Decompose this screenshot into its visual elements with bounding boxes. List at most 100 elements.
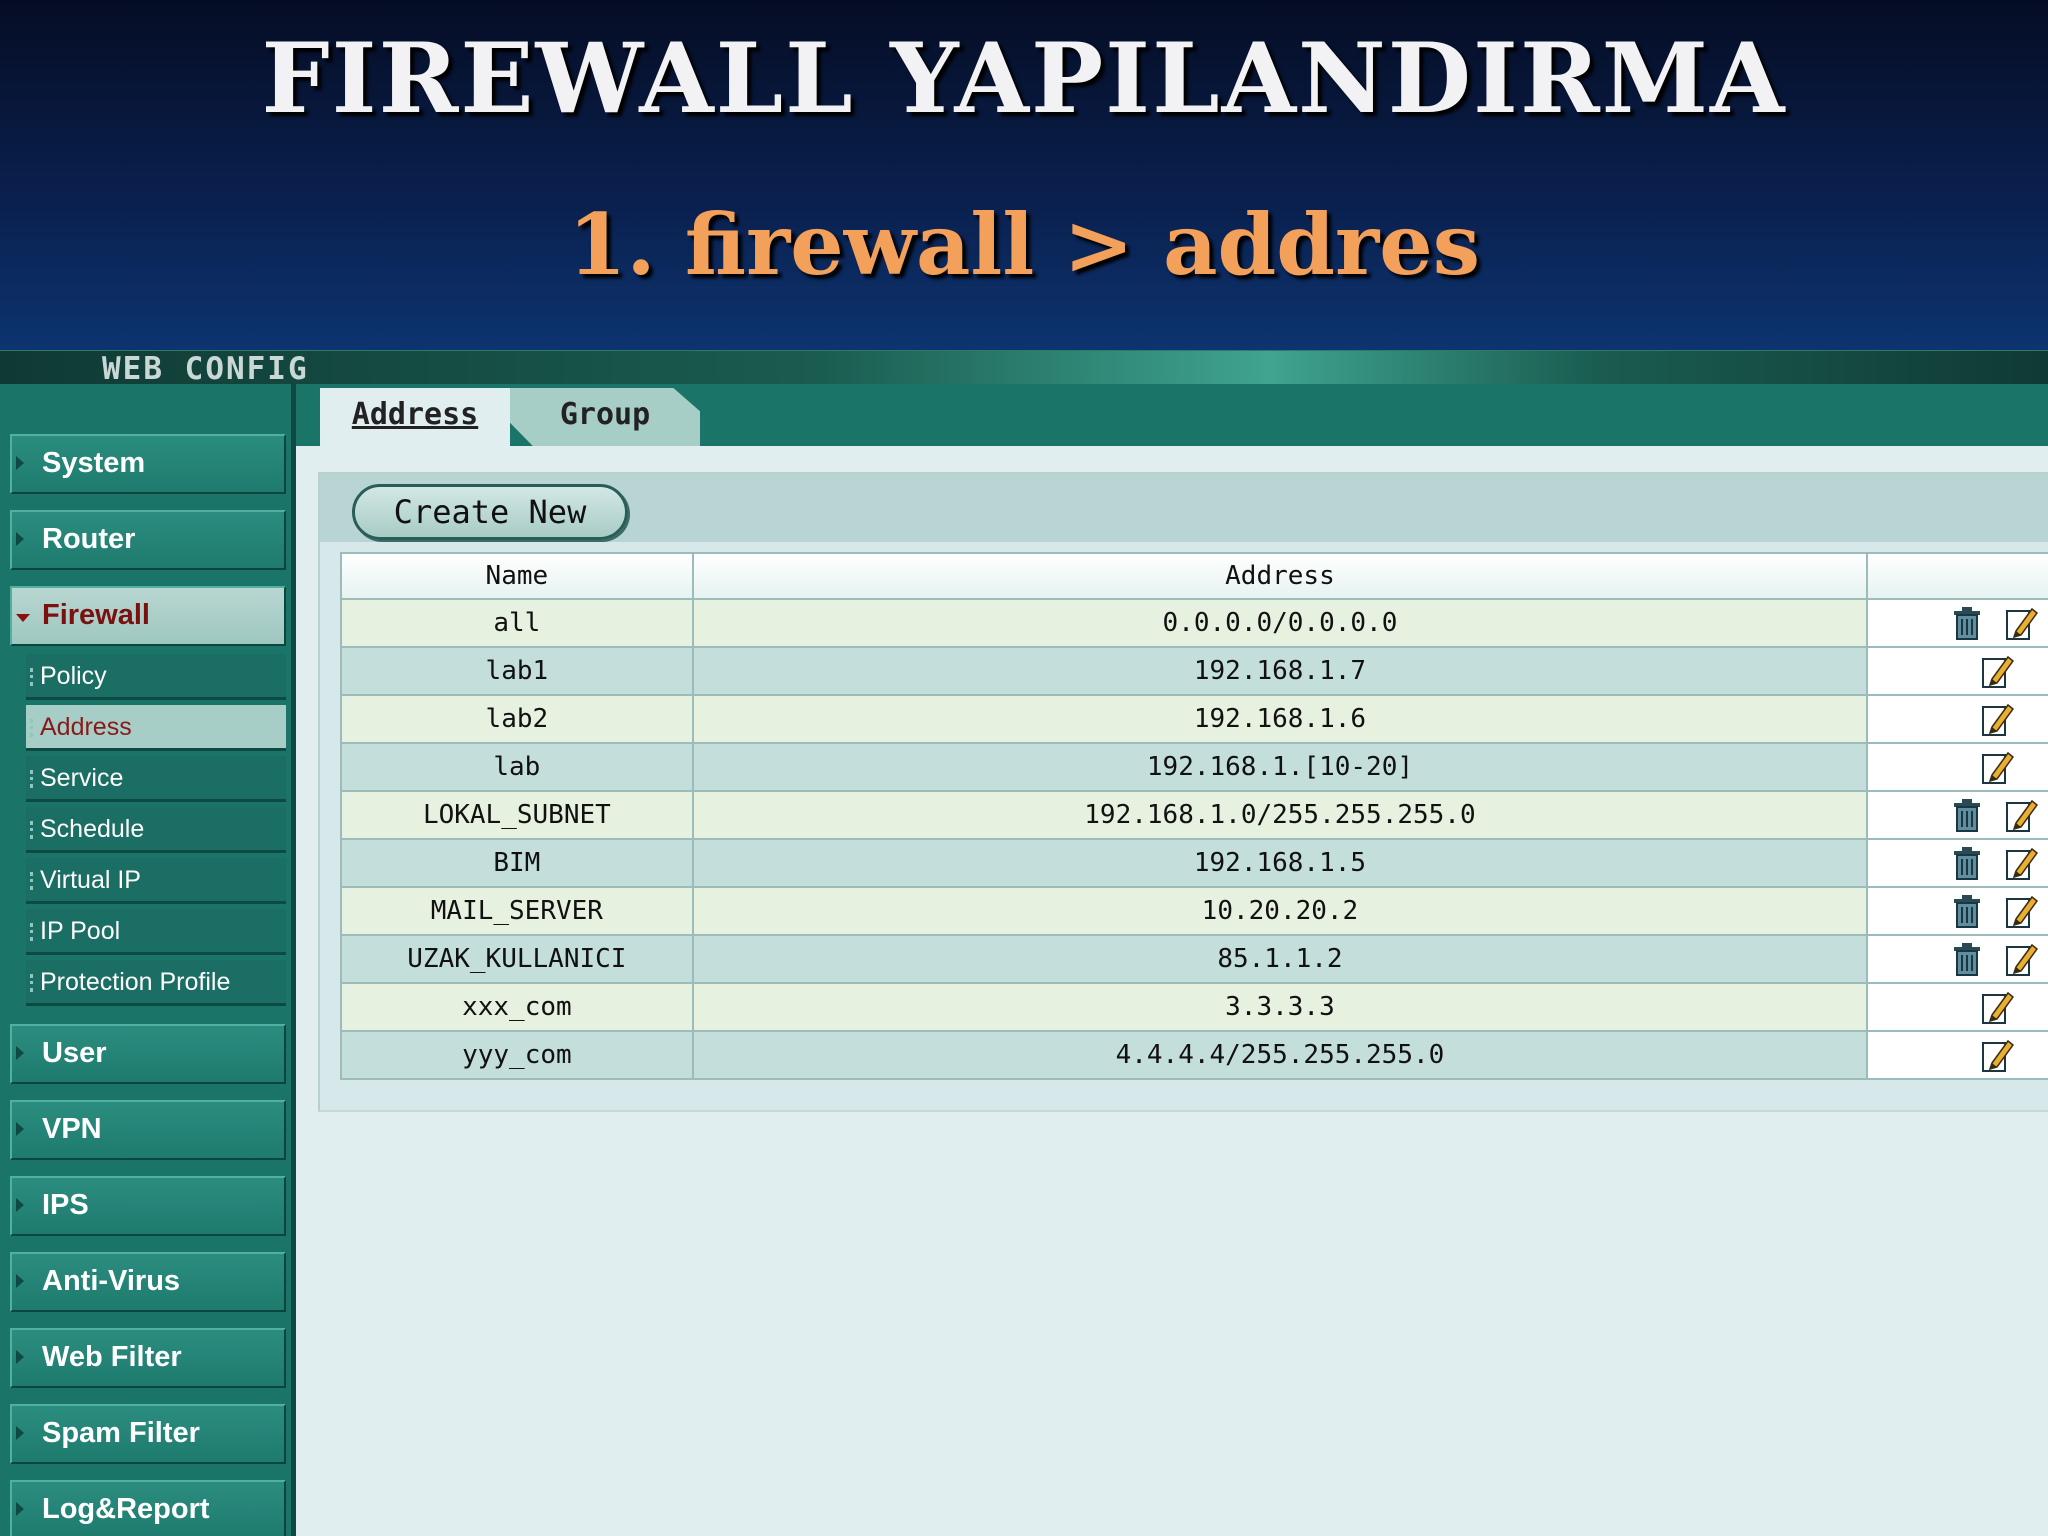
cell-address: 192.168.1.6	[691, 695, 1869, 744]
sidebar-item-router[interactable]: Router	[10, 510, 286, 570]
pencil-edit-icon[interactable]	[2004, 797, 2039, 833]
chevron-right-icon	[16, 1122, 24, 1136]
sidebar-item-label: VPN	[42, 1113, 102, 1145]
create-new-button[interactable]: Create New	[352, 484, 628, 540]
sidebar-subitem-virtual-ip[interactable]: Virtual IP	[26, 858, 286, 904]
sidebar-item-system[interactable]: System	[10, 434, 286, 494]
dots-icon	[30, 821, 33, 839]
sidebar-item-label: System	[42, 447, 146, 479]
cell-address: 192.168.1.[10-20]	[691, 743, 1869, 792]
table-row: all 0.0.0.0/0.0.0.0	[340, 599, 2048, 648]
sidebar-item-user[interactable]: User	[10, 1024, 286, 1084]
sidebar-subitem-label: Policy	[40, 662, 107, 690]
pencil-edit-icon[interactable]	[1980, 653, 2015, 689]
dots-icon	[30, 872, 33, 890]
toolbar: Create New	[320, 474, 2048, 542]
cell-actions	[1866, 983, 2048, 1032]
cell-address: 10.20.20.2	[691, 887, 1869, 936]
sidebar-subitem-ip-pool[interactable]: IP Pool	[26, 909, 286, 955]
sidebar: System Router Firewall Policy Address Se…	[0, 384, 296, 1536]
cell-actions	[1866, 935, 2048, 984]
chevron-right-icon	[16, 1350, 24, 1364]
sidebar-subitem-schedule[interactable]: Schedule	[26, 807, 286, 853]
sidebar-subitem-protection-profile[interactable]: Protection Profile	[26, 960, 286, 1006]
sidebar-subitem-service[interactable]: Service	[26, 756, 286, 802]
cell-name: LOKAL_SUBNET	[340, 791, 694, 840]
sidebar-item-firewall[interactable]: Firewall	[10, 586, 286, 646]
table-row: lab2 192.168.1.6	[340, 695, 2048, 744]
slide-header: FIREWALL YAPILANDIRMA 1. firewall > addr…	[0, 0, 2048, 350]
sidebar-subitem-label: Schedule	[40, 815, 145, 843]
web-config-banner: WEB CONFIG	[0, 350, 2048, 387]
sidebar-subitem-label: IP Pool	[40, 917, 121, 945]
sidebar-subitem-label: Protection Profile	[40, 968, 231, 996]
pencil-edit-icon[interactable]	[2004, 845, 2039, 881]
chevron-right-icon	[16, 1046, 24, 1060]
table-row: MAIL_SERVER 10.20.20.2	[340, 887, 2048, 936]
column-header-actions	[1866, 552, 2048, 600]
chevron-right-icon	[16, 1198, 24, 1212]
pencil-edit-icon[interactable]	[2004, 941, 2039, 977]
dots-icon	[30, 770, 33, 788]
chevron-down-icon	[16, 614, 30, 622]
tab-address[interactable]: Address	[320, 388, 510, 446]
column-header-name: Name	[340, 552, 694, 600]
tab-bar: Address Group	[296, 384, 2048, 446]
dots-icon	[30, 668, 33, 686]
trash-icon[interactable]	[1950, 845, 1984, 881]
cell-name: lab	[340, 743, 694, 792]
sidebar-item-label: Spam Filter	[42, 1417, 200, 1449]
banner-text: WEB CONFIG	[102, 351, 309, 387]
pencil-edit-icon[interactable]	[2004, 893, 2039, 929]
dots-icon	[30, 974, 33, 992]
sidebar-item-anti-virus[interactable]: Anti-Virus	[10, 1252, 286, 1312]
sidebar-item-log-report[interactable]: Log&Report	[10, 1480, 286, 1536]
cell-actions	[1866, 887, 2048, 936]
sidebar-item-label: Log&Report	[42, 1493, 210, 1525]
trash-icon[interactable]	[1950, 605, 1984, 641]
cell-name: BIM	[340, 839, 694, 888]
sidebar-item-spam-filter[interactable]: Spam Filter	[10, 1404, 286, 1464]
cell-actions	[1866, 647, 2048, 696]
address-panel: Create New Name Address all 0.0.0.0/0.0.0…	[318, 472, 2048, 1112]
pencil-edit-icon[interactable]	[1980, 701, 2015, 737]
cell-address: 192.168.1.7	[691, 647, 1869, 696]
pencil-edit-icon[interactable]	[1980, 1037, 2015, 1073]
sidebar-item-label: IPS	[42, 1189, 89, 1221]
cell-actions	[1866, 695, 2048, 744]
table-row: UZAK_KULLANICI 85.1.1.2	[340, 935, 2048, 984]
chevron-right-icon	[16, 1274, 24, 1288]
sidebar-subitem-policy[interactable]: Policy	[26, 654, 286, 700]
pencil-edit-icon[interactable]	[1980, 749, 2015, 785]
cell-address: 192.168.1.5	[691, 839, 1869, 888]
sidebar-item-label: User	[42, 1037, 107, 1069]
sidebar-item-label: Firewall	[42, 599, 150, 631]
trash-icon[interactable]	[1950, 893, 1984, 929]
chevron-right-icon	[16, 532, 24, 546]
table-row: yyy_com 4.4.4.4/255.255.255.0	[340, 1031, 2048, 1080]
table-row: lab 192.168.1.[10-20]	[340, 743, 2048, 792]
cell-name: lab1	[340, 647, 694, 696]
trash-icon[interactable]	[1950, 941, 1984, 977]
sidebar-item-label: Router	[42, 523, 136, 555]
table-row: lab1 192.168.1.7	[340, 647, 2048, 696]
cell-actions	[1866, 599, 2048, 648]
sidebar-item-vpn[interactable]: VPN	[10, 1100, 286, 1160]
cell-actions	[1866, 839, 2048, 888]
table-row: BIM 192.168.1.5	[340, 839, 2048, 888]
dots-icon	[30, 923, 33, 941]
table-row: xxx_com 3.3.3.3	[340, 983, 2048, 1032]
trash-icon[interactable]	[1950, 797, 1984, 833]
pencil-edit-icon[interactable]	[1980, 989, 2015, 1025]
slide-subtitle: 1. firewall > addres	[567, 195, 1481, 294]
column-header-address: Address	[691, 552, 1869, 600]
sidebar-subitem-address[interactable]: Address	[26, 705, 286, 751]
cell-actions	[1866, 1031, 2048, 1080]
pencil-edit-icon[interactable]	[2004, 605, 2039, 641]
tab-group[interactable]: Group	[510, 388, 700, 446]
sidebar-subitem-label: Address	[40, 713, 132, 741]
sidebar-item-ips[interactable]: IPS	[10, 1176, 286, 1236]
sidebar-item-web-filter[interactable]: Web Filter	[10, 1328, 286, 1388]
chevron-right-icon	[16, 456, 24, 470]
sidebar-subitem-label: Virtual IP	[40, 866, 141, 894]
